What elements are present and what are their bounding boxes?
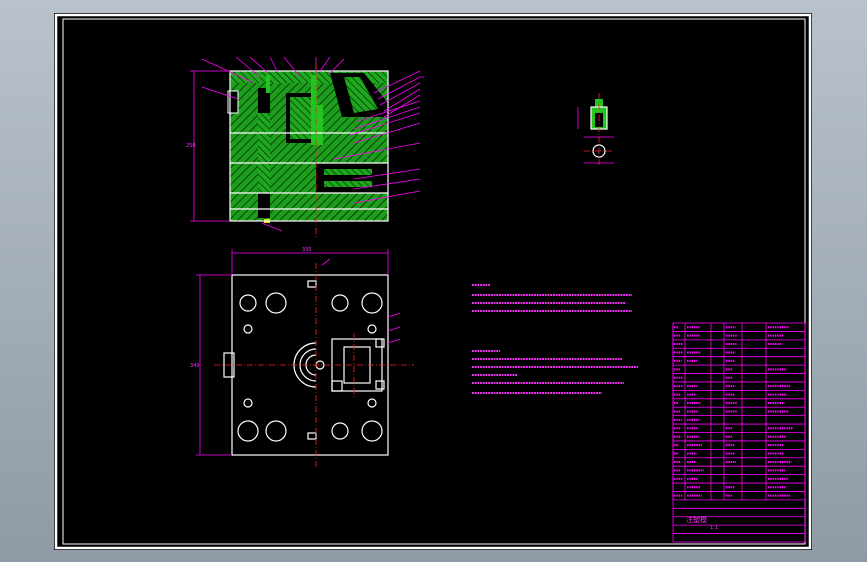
title-block-scale: 1:1 (710, 525, 718, 531)
technical-notes (54, 13, 812, 550)
drawing-sheet: 335 250 340 注塑模 1:1 (54, 13, 812, 550)
title-block-name: 注塑模 (686, 515, 707, 525)
cad-viewport[interactable]: 335 250 340 注塑模 1:1 (0, 0, 867, 562)
